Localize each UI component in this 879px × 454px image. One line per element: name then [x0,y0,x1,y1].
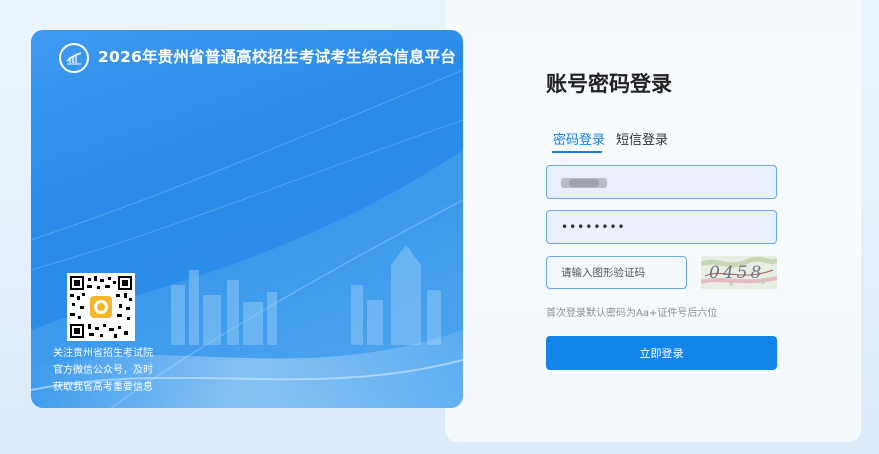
default-password-hint: 首次登录默认密码为Aa+证件号后六位 [546,308,718,319]
blurred-username [561,178,607,188]
captcha-input[interactable] [546,256,687,289]
qr-caption-line: 官方微信公众号，及时 [53,365,153,376]
wechat-qr-code [67,273,135,341]
promo-banner: 2026年贵州省普通高校招生考试考生综合信息平台 关注贵州省招生考试院 官方微信… [31,30,463,408]
captcha-text: 0458 [709,263,764,283]
qr-caption-line: 获取我省高考重要信息 [53,382,153,393]
active-tab-indicator [552,151,602,153]
password-field[interactable] [546,210,777,244]
captcha-image[interactable]: 0458 [701,256,777,289]
tab-sms-login[interactable]: 短信登录 [616,129,668,148]
platform-title: 2026年贵州省普通高校招生考试考生综合信息平台 [98,48,456,66]
qr-caption: 关注贵州省招生考试院 官方微信公众号，及时 获取我省高考重要信息 [47,345,159,396]
login-title: 账号密码登录 [546,72,672,96]
login-button[interactable]: 立即登录 [546,336,777,370]
username-field[interactable] [546,165,777,199]
tab-password-login[interactable]: 密码登录 [553,129,605,148]
qr-caption-line: 关注贵州省招生考试院 [53,348,153,359]
exam-institute-logo-icon [59,43,89,73]
